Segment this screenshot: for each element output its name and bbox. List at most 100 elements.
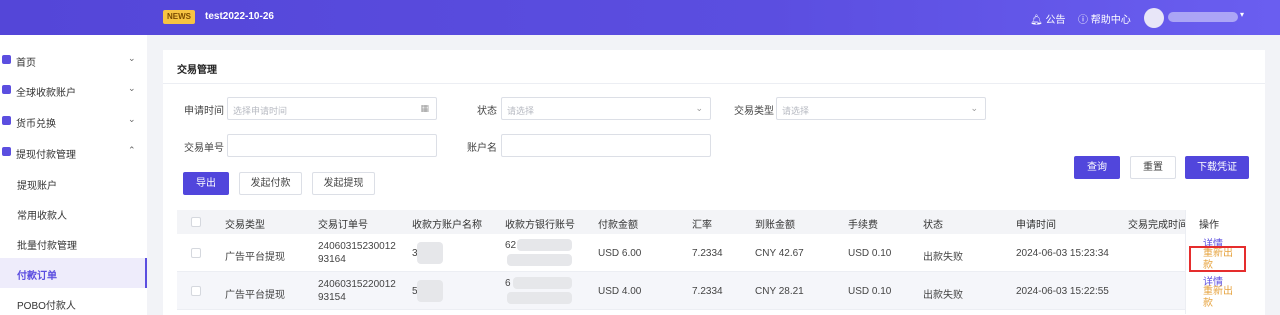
sidebar-item-label: 首页 [16, 58, 36, 69]
order-no-label: 交易单号 [184, 143, 224, 154]
table-header: 交易类型 交易订单号 收款方账户名称 收款方银行账号 付款金额 汇率 到账金额 … [177, 210, 1249, 234]
sidebar-item-withdraw-payment[interactable]: 提现付款管理 ⌃ [0, 137, 147, 167]
sidebar-item-label: 批量付款管理 [17, 241, 77, 252]
cell-status: 出款失败 [923, 290, 963, 301]
account-name-label: 账户名 [467, 143, 497, 154]
sidebar-item-label: 付款订单 [17, 271, 57, 282]
cell-type: 广告平台提现 [225, 290, 285, 301]
status-label: 状态 [477, 106, 497, 117]
chevron-down-icon: ⌄ [970, 103, 978, 113]
select-all-checkbox[interactable] [191, 217, 201, 227]
column-header: 交易订单号 [318, 220, 368, 231]
sidebar-item-label: 提现账户 [17, 181, 57, 192]
cell-rate: 7.2334 [692, 248, 723, 259]
cell-bank-account: 6 [505, 278, 511, 289]
notice-label: 公告 [1045, 15, 1066, 26]
status-placeholder: 请选择 [507, 106, 535, 116]
cell-apply-time: 2024-06-03 15:23:34 [1016, 248, 1109, 259]
cell-fee: USD 0.10 [848, 286, 892, 297]
sidebar-item-batch-payment[interactable]: 批量付款管理 [0, 228, 147, 258]
redacted-account-name [417, 280, 443, 302]
cell-order-no-cont: 93164 [318, 254, 346, 265]
page-title: 交易管理 [177, 65, 217, 76]
exchange-icon [2, 116, 11, 125]
initiate-payment-button[interactable]: 发起付款 [239, 172, 302, 195]
top-bar: NEWS test2022-10-26 🔔︎ 公告 ⓘ 帮助中心 ▾ [0, 0, 1280, 35]
notice-link[interactable]: 🔔︎ 公告 [1030, 11, 1065, 26]
redacted-bank-account [507, 254, 572, 266]
help-label: 帮助中心 [1090, 15, 1131, 26]
chevron-down-icon: ⌄ [128, 114, 136, 124]
active-indicator [145, 258, 147, 288]
cell-type: 广告平台提现 [225, 252, 285, 263]
sidebar-item-label: POBO付款人 [17, 301, 76, 312]
apply-time-placeholder: 选择申请时间 [233, 106, 288, 116]
download-voucher-button[interactable]: 下载凭证 [1185, 156, 1249, 179]
sidebar-item-withdraw-account[interactable]: 提现账户 [0, 168, 147, 198]
search-button[interactable]: 查询 [1074, 156, 1120, 179]
sidebar-item-home[interactable]: 首页 ⌄ [0, 45, 147, 75]
initiate-withdraw-button[interactable]: 发起提现 [312, 172, 375, 195]
status-select[interactable]: 请选择 ⌄ [501, 97, 711, 120]
redacted-bank-account [507, 292, 572, 304]
sidebar-item-label: 货币兑换 [16, 119, 56, 130]
column-header: 操作 [1199, 220, 1219, 231]
cell-amount: USD 4.00 [598, 286, 642, 297]
cell-apply-time: 2024-06-03 15:22:55 [1016, 286, 1109, 297]
avatar[interactable] [1144, 8, 1164, 28]
cell-order-no: 24060315220012 [318, 279, 396, 290]
transaction-card: 交易管理 申请时间 选择申请时间 ▦ 状态 请选择 ⌄ 交易类型 请选择 ⌄ 交… [163, 50, 1265, 315]
news-title[interactable]: test2022-10-26 [205, 11, 274, 22]
cell-received: CNY 28.21 [755, 286, 804, 297]
row-checkbox[interactable] [191, 286, 201, 296]
chevron-up-icon: ⌃ [128, 145, 136, 155]
retry-payout-link[interactable]: 重新出款 [1203, 286, 1233, 310]
type-select[interactable]: 请选择 ⌄ [776, 97, 986, 120]
reset-button[interactable]: 重置 [1130, 156, 1176, 179]
table-row[interactable]: 广告平台提现 24060315220012 93154 5 6 USD 4.00… [177, 272, 1249, 310]
chevron-down-icon: ⌄ [128, 53, 136, 63]
order-no-input[interactable] [227, 134, 437, 157]
sidebar-item-label: 全球收款账户 [16, 88, 76, 99]
account-name-input[interactable] [501, 134, 711, 157]
column-header: 到账金额 [755, 220, 795, 231]
redacted-bank-account [517, 239, 572, 251]
divider [163, 83, 1265, 84]
wallet-icon [2, 85, 11, 94]
type-label: 交易类型 [734, 106, 774, 117]
apply-time-label: 申请时间 [184, 106, 224, 117]
redacted-bank-account [513, 277, 572, 289]
cell-fee: USD 0.10 [848, 248, 892, 259]
type-placeholder: 请选择 [782, 106, 810, 116]
column-header: 付款金额 [598, 220, 638, 231]
sidebar-item-exchange[interactable]: 货币兑换 ⌄ [0, 106, 147, 136]
column-header: 手续费 [848, 220, 878, 231]
row-checkbox[interactable] [191, 248, 201, 258]
cell-rate: 7.2334 [692, 286, 723, 297]
news-badge[interactable]: NEWS [163, 10, 195, 24]
cell-received: CNY 42.67 [755, 248, 804, 259]
help-center-link[interactable]: ⓘ 帮助中心 [1078, 11, 1131, 26]
chevron-down-icon[interactable]: ▾ [1240, 10, 1244, 19]
cell-amount: USD 6.00 [598, 248, 642, 259]
sidebar-item-payment-orders[interactable]: 付款订单 [0, 258, 147, 288]
sidebar-item-global-accounts[interactable]: 全球收款账户 ⌄ [0, 75, 147, 105]
sidebar-item-pobo-payers[interactable]: POBO付款人 [0, 288, 147, 315]
column-header: 交易完成时间 [1128, 220, 1188, 231]
cell-order-no-cont: 93154 [318, 292, 346, 303]
column-header: 汇率 [692, 220, 712, 231]
cell-order-no: 24060315230012 [318, 241, 396, 252]
apply-time-picker[interactable]: 选择申请时间 ▦ [227, 97, 437, 120]
user-name-blurred[interactable] [1168, 12, 1238, 22]
chevron-down-icon: ⌄ [695, 103, 703, 113]
sidebar-item-label: 常用收款人 [17, 211, 67, 222]
home-icon [2, 55, 11, 64]
column-header: 交易类型 [225, 220, 265, 231]
column-header: 收款方银行账号 [505, 220, 575, 231]
question-circle-icon: ⓘ [1078, 15, 1088, 26]
export-button[interactable]: 导出 [183, 172, 229, 195]
table-row[interactable]: 广告平台提现 24060315230012 93164 3 62 USD 6.0… [177, 234, 1249, 272]
sidebar-item-payees[interactable]: 常用收款人 [0, 198, 147, 228]
column-header: 收款方账户名称 [412, 220, 482, 231]
bell-icon: 🔔︎ [1030, 15, 1043, 26]
